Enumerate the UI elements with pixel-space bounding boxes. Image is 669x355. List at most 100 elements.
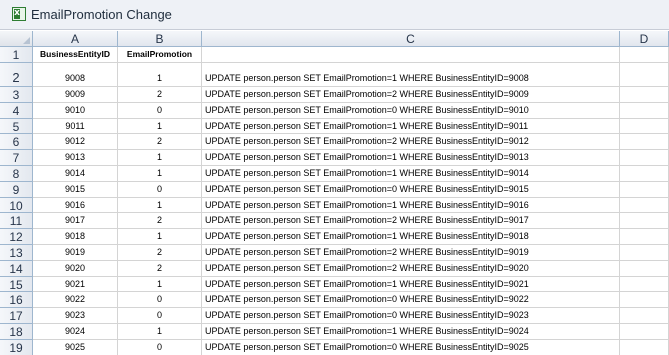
row-header[interactable]: 17 [0,308,33,324]
row-header[interactable]: 8 [0,166,33,182]
cell-header-businessentityid[interactable]: BusinessEntityID [33,47,118,63]
cell-emailpromotion[interactable]: 0 [118,102,202,119]
cell-businessentityid[interactable]: 9024 [33,324,118,340]
cell-businessentityid[interactable]: 9013 [33,150,118,166]
cell-businessentityid[interactable]: 9017 [33,213,118,230]
cell-emailpromotion[interactable]: 0 [118,292,202,309]
cell-businessentityid[interactable]: 9015 [33,181,118,198]
cell-sql-statement[interactable]: UPDATE person.person SET EmailPromotion=… [202,166,620,182]
cell-sql-statement[interactable]: UPDATE person.person SET EmailPromotion=… [202,308,620,324]
cell-emailpromotion[interactable]: 1 [118,197,202,214]
cell-emailpromotion[interactable]: 1 [118,118,202,135]
cell-empty-d[interactable] [620,276,669,293]
row-header[interactable]: 4 [0,102,33,119]
cell-businessentityid[interactable]: 9022 [33,292,118,309]
cell-empty-d[interactable] [620,229,669,245]
cell-emailpromotion[interactable]: 1 [118,324,202,340]
cell-empty-d[interactable] [620,339,669,355]
cell-empty-d[interactable] [620,197,669,214]
cell-businessentityid[interactable]: 9025 [33,339,118,355]
cell-empty-d[interactable] [620,181,669,198]
row-header[interactable]: 15 [0,276,33,293]
row-header[interactable]: 14 [0,260,33,277]
cell-businessentityid[interactable]: 9012 [33,134,118,151]
cell-emailpromotion[interactable]: 2 [118,87,202,103]
cell-businessentityid[interactable]: 9018 [33,229,118,245]
cell-businessentityid[interactable]: 9020 [33,260,118,277]
cell-empty-d[interactable] [620,260,669,277]
cell-emailpromotion[interactable]: 1 [118,276,202,293]
cell-sql-statement[interactable]: UPDATE person.person SET EmailPromotion=… [202,260,620,277]
cell-businessentityid[interactable]: 9010 [33,102,118,119]
cell-sql-statement[interactable]: UPDATE person.person SET EmailPromotion=… [202,197,620,214]
column-header-d[interactable]: D [620,31,669,47]
cell-sql-statement[interactable]: UPDATE person.person SET EmailPromotion=… [202,181,620,198]
row-header[interactable]: 3 [0,87,33,103]
cell-empty-d[interactable] [620,324,669,340]
cell-emailpromotion[interactable]: 1 [118,166,202,182]
select-all-button[interactable] [0,31,33,47]
cell-sql-statement[interactable]: UPDATE person.person SET EmailPromotion=… [202,87,620,103]
cell-sql-statement[interactable]: UPDATE person.person SET EmailPromotion=… [202,118,620,135]
cell-header-c[interactable] [202,47,620,63]
row-header[interactable]: 9 [0,181,33,198]
cell-sql-statement[interactable]: UPDATE person.person SET EmailPromotion=… [202,276,620,293]
cell-emailpromotion[interactable]: 0 [118,308,202,324]
cell-empty-d[interactable] [620,245,669,261]
cell-emailpromotion[interactable]: 1 [118,63,202,87]
cell-businessentityid[interactable]: 9021 [33,276,118,293]
column-header-b[interactable]: B [118,31,202,47]
cell-empty-d[interactable] [620,134,669,151]
row-header[interactable]: 6 [0,134,33,151]
cell-emailpromotion[interactable]: 2 [118,134,202,151]
cell-empty-d[interactable] [620,213,669,230]
row-header[interactable]: 1 [0,47,33,63]
row-header[interactable]: 13 [0,245,33,261]
cell-empty-d[interactable] [620,150,669,166]
column-header-a[interactable]: A [33,31,118,47]
cell-emailpromotion[interactable]: 1 [118,229,202,245]
cell-businessentityid[interactable]: 9011 [33,118,118,135]
cell-emailpromotion[interactable]: 0 [118,181,202,198]
cell-empty-d[interactable] [620,166,669,182]
cell-sql-statement[interactable]: UPDATE person.person SET EmailPromotion=… [202,102,620,119]
cell-emailpromotion[interactable]: 1 [118,150,202,166]
row-header[interactable]: 16 [0,292,33,309]
cell-sql-statement[interactable]: UPDATE person.person SET EmailPromotion=… [202,213,620,230]
cell-businessentityid[interactable]: 9014 [33,166,118,182]
cell-emailpromotion[interactable]: 0 [118,339,202,355]
row-header[interactable]: 10 [0,197,33,214]
spreadsheet-grid[interactable]: A B C D 1 BusinessEntityID EmailPromotio… [0,31,669,355]
cell-sql-statement[interactable]: UPDATE person.person SET EmailPromotion=… [202,245,620,261]
cell-emailpromotion[interactable]: 2 [118,260,202,277]
cell-emailpromotion[interactable]: 2 [118,213,202,230]
cell-empty-d[interactable] [620,308,669,324]
row-header[interactable]: 2 [0,63,33,87]
row-header[interactable]: 19 [0,339,33,355]
cell-businessentityid[interactable]: 9023 [33,308,118,324]
cell-businessentityid[interactable]: 9008 [33,63,118,87]
cell-businessentityid[interactable]: 9009 [33,87,118,103]
cell-sql-statement[interactable]: UPDATE person.person SET EmailPromotion=… [202,229,620,245]
row-header[interactable]: 11 [0,213,33,230]
cell-businessentityid[interactable]: 9016 [33,197,118,214]
row-header[interactable]: 5 [0,118,33,135]
cell-sql-statement[interactable]: UPDATE person.person SET EmailPromotion=… [202,324,620,340]
cell-businessentityid[interactable]: 9019 [33,245,118,261]
cell-sql-statement[interactable]: UPDATE person.person SET EmailPromotion=… [202,339,620,355]
cell-empty-d[interactable] [620,63,669,87]
column-header-c[interactable]: C [202,31,620,47]
row-header[interactable]: 18 [0,324,33,340]
cell-empty-d[interactable] [620,118,669,135]
cell-header-d[interactable] [620,47,669,63]
cell-empty-d[interactable] [620,102,669,119]
cell-sql-statement[interactable]: UPDATE person.person SET EmailPromotion=… [202,63,620,87]
cell-empty-d[interactable] [620,292,669,309]
cell-sql-statement[interactable]: UPDATE person.person SET EmailPromotion=… [202,292,620,309]
cell-sql-statement[interactable]: UPDATE person.person SET EmailPromotion=… [202,134,620,151]
cell-emailpromotion[interactable]: 2 [118,245,202,261]
cell-header-emailpromotion[interactable]: EmailPromotion [118,47,202,63]
row-header[interactable]: 12 [0,229,33,245]
row-header[interactable]: 7 [0,150,33,166]
cell-sql-statement[interactable]: UPDATE person.person SET EmailPromotion=… [202,150,620,166]
